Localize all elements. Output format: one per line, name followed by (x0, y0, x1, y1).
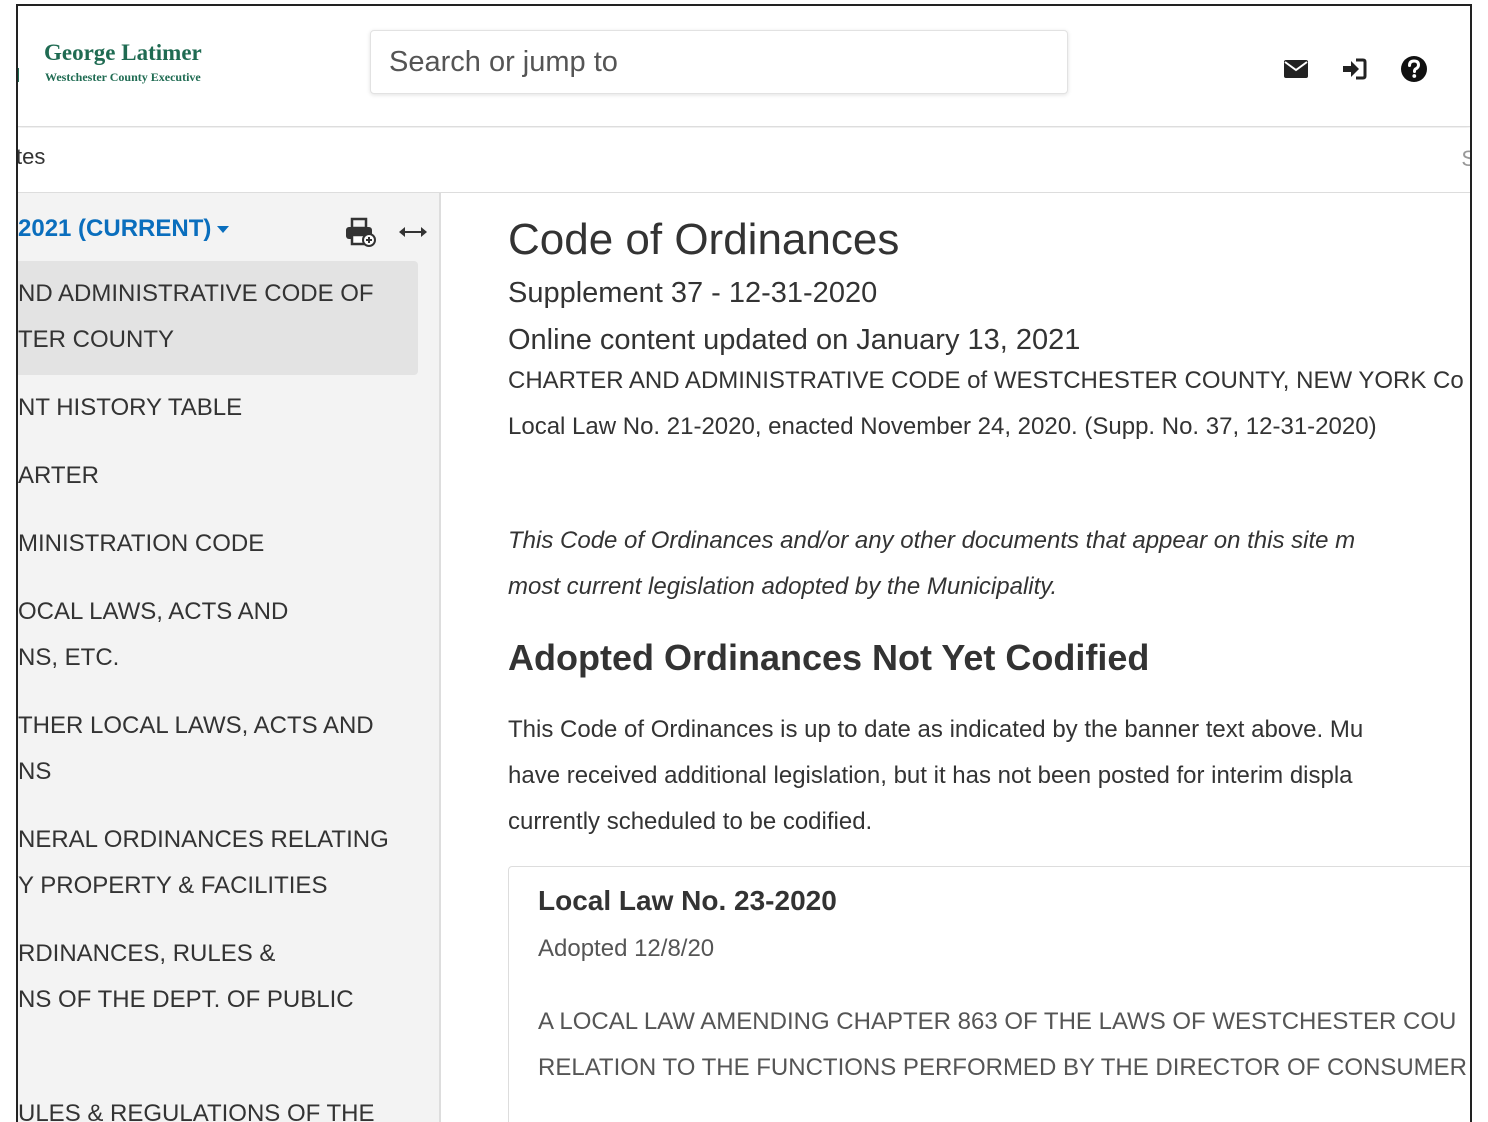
main-content: Code of Ordinances Supplement 37 - 12-31… (508, 193, 1470, 1122)
toc-item[interactable]: ND ADMINISTRATIVE CODE OF TER COUNTY (18, 261, 418, 375)
paragraph-line: This Code of Ordinances is up to date as… (508, 716, 1364, 743)
version-label: 2021 (CURRENT) (18, 215, 212, 242)
toc-item-label: ULES & REGULATIONS OF THE (18, 1100, 375, 1122)
toc-item-label: OCAL LAWS, ACTS AND (18, 598, 289, 625)
toc-item-label: MINISTRATION CODE (18, 530, 265, 557)
section-heading: Adopted Ordinances Not Yet Codified (508, 637, 1150, 678)
ordinance-description: A LOCAL LAW AMENDING CHAPTER 863 OF THE … (538, 999, 1467, 1091)
toc-item-label: RDINANCES, RULES & (18, 940, 276, 967)
page-title: Code of Ordinances (508, 215, 900, 264)
toc-item[interactable]: NT HISTORY TABLE (18, 375, 418, 443)
ordinance-adopted-date: Adopted 12/8/20 (538, 935, 715, 962)
section-paragraph: This Code of Ordinances is up to date as… (508, 707, 1363, 845)
supplement-info: Supplement 37 - 12-31-2020 (508, 277, 878, 309)
toc-item-label: ARTER (18, 462, 99, 489)
toc-item-label: NERAL ORDINANCES RELATING (18, 826, 389, 853)
toc-item-label: NS, ETC. (18, 644, 120, 671)
updated-date: Online content updated on January 13, 20… (508, 324, 1081, 356)
charter-line: CHARTER AND ADMINISTRATIVE CODE of WESTC… (508, 367, 1464, 394)
description-line: A LOCAL LAW AMENDING CHAPTER 863 OF THE … (538, 1008, 1457, 1035)
local-law-line: Local Law No. 21-2020, enacted November … (508, 413, 1377, 440)
disclaimer-line: most current legislation adopted by the … (508, 573, 1058, 600)
toc-item[interactable]: THER LOCAL LAWS, ACTS AND NS (18, 693, 418, 807)
brand-subtitle: Westchester County Executive (45, 70, 201, 84)
strikethrough-icon[interactable]: S (1461, 146, 1470, 172)
toc-item[interactable]: RDINANCES, RULES & NS OF THE DEPT. OF PU… (18, 921, 418, 1081)
county-logo-fragment (18, 68, 19, 82)
toc-item-label: NT HISTORY TABLE (18, 394, 243, 421)
envelope-icon[interactable] (1282, 54, 1310, 84)
browser-viewport: George Latimer Westchester County Execut… (16, 4, 1472, 1122)
caret-down-icon (217, 226, 230, 234)
search-input[interactable] (370, 30, 1068, 94)
toc-item-label: NS OF THE DEPT. OF PUBLIC (18, 986, 354, 1013)
toc-item[interactable]: ARTER (18, 443, 418, 511)
toc-item-label: NS (18, 758, 52, 785)
secondary-nav-bar: tes S (18, 128, 1470, 193)
toc-item[interactable]: NERAL ORDINANCES RELATING Y PROPERTY & F… (18, 807, 418, 921)
print-icon[interactable] (343, 215, 377, 249)
toc-item-label (18, 1023, 418, 1069)
toc-item-label: Y PROPERTY & FACILITIES (18, 872, 328, 899)
toc-list: ND ADMINISTRATIVE CODE OF TER COUNTY NT … (18, 261, 418, 1122)
toc-item[interactable]: ULES & REGULATIONS OF THE (18, 1081, 418, 1122)
toc-item-label: TER COUNTY (18, 326, 174, 353)
brand-name[interactable]: George Latimer (44, 40, 202, 66)
ordinance-card[interactable]: Local Law No. 23-2020 Adopted 12/8/20 A … (508, 866, 1470, 1122)
toc-item-label: ND ADMINISTRATIVE CODE OF (18, 280, 374, 307)
disclaimer-text: This Code of Ordinances and/or any other… (508, 518, 1355, 610)
version-dropdown[interactable]: 2021 (CURRENT) (18, 215, 230, 243)
expand-width-icon[interactable] (396, 215, 430, 249)
paragraph-line: have received additional legislation, bu… (508, 762, 1353, 789)
ordinance-title[interactable]: Local Law No. 23-2020 (538, 885, 837, 917)
toc-item[interactable]: OCAL LAWS, ACTS AND NS, ETC. (18, 579, 418, 693)
secondary-nav-label[interactable]: tes (18, 144, 45, 170)
toc-item[interactable]: MINISTRATION CODE (18, 511, 418, 579)
top-header: George Latimer Westchester County Execut… (18, 6, 1470, 127)
help-icon[interactable] (1400, 54, 1428, 84)
paragraph-line: currently scheduled to be codified. (508, 808, 873, 835)
description-line: RELATION TO THE FUNCTIONS PERFORMED BY T… (538, 1054, 1467, 1081)
disclaimer-line: This Code of Ordinances and/or any other… (508, 527, 1356, 554)
sign-in-icon[interactable] (1340, 54, 1368, 84)
toc-sidebar: 2021 (CURRENT) ND ADMINISTRATIVE CODE OF… (18, 193, 441, 1122)
toc-item-label: THER LOCAL LAWS, ACTS AND (18, 712, 374, 739)
